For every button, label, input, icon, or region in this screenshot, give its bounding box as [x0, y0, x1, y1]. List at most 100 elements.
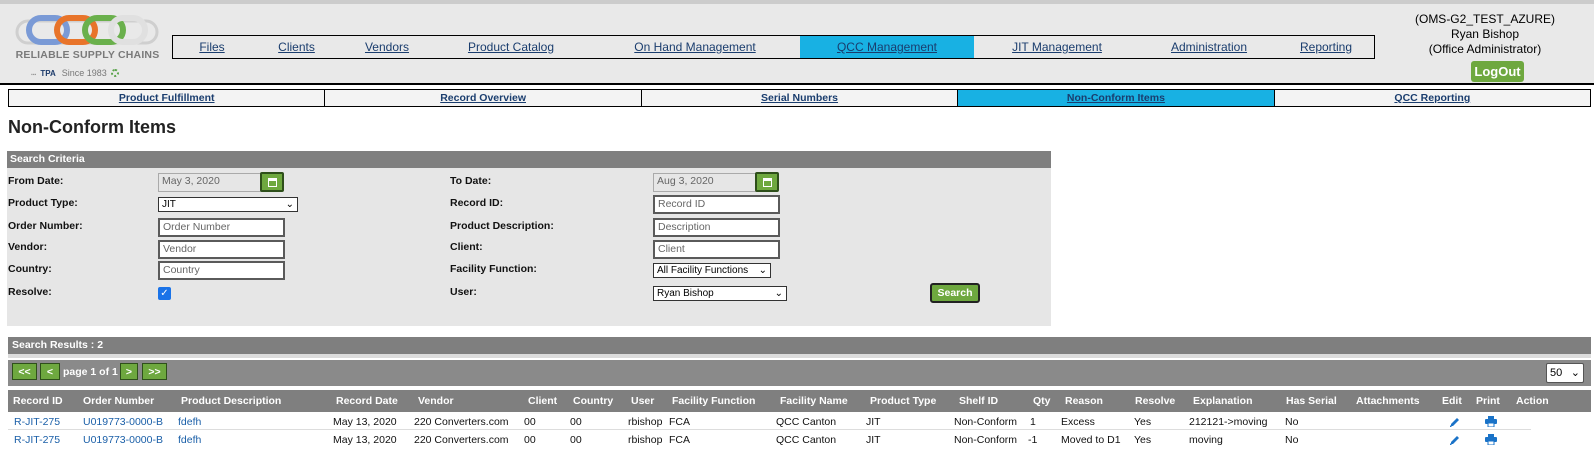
col-facility-function[interactable]: Facility Function	[672, 395, 755, 407]
nav-clients[interactable]: Clients	[251, 36, 342, 58]
qty-cell: 1	[1030, 416, 1036, 428]
col-country[interactable]: Country	[573, 395, 613, 407]
nav-jit-management[interactable]: JIT Management	[974, 36, 1140, 58]
facility-name-cell: QCC Canton	[776, 434, 837, 446]
col-product-description[interactable]: Product Description	[181, 395, 281, 407]
vendor-cell: 220 Converters.com	[414, 434, 509, 446]
edit-pencil-icon[interactable]	[1449, 416, 1461, 428]
user-role: (Office Administrator)	[1428, 42, 1542, 56]
shelf-id-cell: Non-Conform	[954, 434, 1018, 446]
to-date-calendar-button[interactable]	[755, 172, 779, 192]
product-type-value: JIT	[162, 199, 176, 210]
has-serial-cell: No	[1285, 416, 1299, 428]
product-type-cell: JIT	[866, 416, 881, 428]
last-page-button[interactable]: >>	[142, 363, 167, 380]
nav-files[interactable]: Files	[173, 36, 251, 58]
chevron-down-icon: ⌄	[1570, 367, 1580, 379]
facility-function-select[interactable]: All Facility Functions ⌄	[653, 263, 771, 278]
col-explanation[interactable]: Explanation	[1193, 395, 1253, 407]
search-button[interactable]: Search	[930, 283, 980, 303]
record-id-link[interactable]: R-JIT-275	[14, 416, 60, 428]
tab-product-fulfillment[interactable]: Product Fulfillment	[9, 90, 326, 106]
print-icon[interactable]	[1485, 416, 1497, 427]
order-number-link[interactable]: U019773-0000-B	[83, 416, 163, 428]
vendor-input[interactable]: Vendor	[158, 240, 285, 259]
product-description-link[interactable]: fdefh	[178, 434, 201, 446]
product-type-cell: JIT	[866, 434, 881, 446]
product-description-link[interactable]: fdefh	[178, 416, 201, 428]
explanation-cell: moving	[1189, 434, 1223, 446]
reason-cell: Excess	[1061, 416, 1095, 428]
tab-qcc-reporting[interactable]: QCC Reporting	[1275, 90, 1590, 106]
user-label: User:	[450, 286, 477, 298]
user-select[interactable]: Ryan Bishop ⌄	[653, 286, 787, 301]
col-order-number[interactable]: Order Number	[83, 395, 154, 407]
nav-qcc-management[interactable]: QCC Management	[800, 36, 974, 58]
page-indicator: page 1 of 1	[63, 366, 118, 378]
country-input[interactable]: Country	[158, 261, 285, 280]
order-number-link[interactable]: U019773-0000-B	[83, 434, 163, 446]
results-table-header: Record ID Order Number Product Descripti…	[8, 390, 1591, 412]
client-input[interactable]: Client	[653, 240, 780, 259]
pager-bar: << < page 1 of 1 > >>	[8, 360, 1591, 386]
col-product-type[interactable]: Product Type	[870, 395, 936, 407]
record-id-input[interactable]: Record ID	[653, 195, 780, 214]
page-size-select[interactable]: 50 ⌄	[1546, 363, 1584, 383]
col-attachments[interactable]: Attachments	[1356, 395, 1420, 407]
record-id-link[interactable]: R-JIT-275	[14, 434, 60, 446]
from-date-calendar-button[interactable]	[260, 172, 284, 192]
nav-product-catalog[interactable]: Product Catalog	[432, 36, 590, 58]
search-criteria-heading: Search Criteria	[7, 151, 1051, 168]
col-qty[interactable]: Qty	[1033, 395, 1051, 407]
next-page-button[interactable]: >	[120, 363, 138, 380]
facility-function-value: All Facility Functions	[657, 265, 749, 276]
logout-button[interactable]: LogOut	[1471, 61, 1524, 82]
user-info: (OMS-G2_TEST_AZURE) Ryan Bishop (Office …	[1395, 12, 1575, 57]
sub-nav: Product Fulfillment Record Overview Seri…	[8, 89, 1591, 107]
tenant-name: (OMS-G2_TEST_AZURE)	[1414, 12, 1555, 26]
prev-page-button[interactable]: <	[40, 363, 60, 380]
first-page-button[interactable]: <<	[12, 363, 37, 380]
col-vendor[interactable]: Vendor	[418, 395, 454, 407]
tab-record-overview[interactable]: Record Overview	[325, 90, 642, 106]
shelf-id-cell: Non-Conform	[954, 416, 1018, 428]
facility-function-cell: FCA	[669, 434, 690, 446]
tab-serial-numbers[interactable]: Serial Numbers	[642, 90, 959, 106]
col-record-id[interactable]: Record ID	[13, 395, 63, 407]
user-cell: rbishop	[628, 434, 663, 446]
record-id-label: Record ID:	[450, 197, 504, 209]
col-has-serial[interactable]: Has Serial	[1286, 395, 1337, 407]
col-action: Action	[1516, 395, 1549, 407]
country-cell: 00	[570, 434, 582, 446]
user-cell: rbishop	[628, 416, 663, 428]
col-user[interactable]: User	[631, 395, 654, 407]
company-logo[interactable]: RELIABLE SUPPLY CHAINS ▪▪▪ TPA Since 1983	[11, 12, 163, 80]
facility-function-label: Facility Function:	[450, 263, 537, 275]
from-date-field[interactable]: May 3, 2020	[158, 173, 262, 192]
col-resolve[interactable]: Resolve	[1135, 395, 1175, 407]
nav-vendors[interactable]: Vendors	[342, 36, 432, 58]
col-reason[interactable]: Reason	[1065, 395, 1103, 407]
nav-on-hand-management[interactable]: On Hand Management	[590, 36, 800, 58]
print-icon[interactable]	[1485, 434, 1497, 445]
product-description-input[interactable]: Description	[653, 218, 780, 237]
col-record-date[interactable]: Record Date	[336, 395, 398, 407]
product-type-select[interactable]: JIT ⌄	[158, 197, 298, 212]
resolve-label: Resolve:	[8, 286, 52, 298]
col-facility-name[interactable]: Facility Name	[780, 395, 848, 407]
resolve-checkbox[interactable]: ✓	[158, 287, 171, 300]
vendor-label: Vendor:	[8, 241, 48, 253]
edit-pencil-icon[interactable]	[1449, 434, 1461, 446]
col-shelf-id[interactable]: Shelf ID	[959, 395, 998, 407]
has-serial-cell: No	[1285, 434, 1299, 446]
order-number-input[interactable]: Order Number	[158, 218, 285, 237]
tab-non-conform-items[interactable]: Non-Conform Items	[958, 90, 1275, 106]
to-date-field[interactable]: Aug 3, 2020	[653, 173, 757, 192]
col-client[interactable]: Client	[528, 395, 557, 407]
facility-name-cell: QCC Canton	[776, 416, 837, 428]
reason-cell: Moved to D1	[1061, 434, 1121, 446]
resolve-cell: Yes	[1134, 434, 1152, 446]
nav-reporting[interactable]: Reporting	[1278, 36, 1374, 58]
nav-administration[interactable]: Administration	[1140, 36, 1278, 58]
table-row: R-JIT-275 U019773-0000-B fdefh May 13, 2…	[8, 413, 1531, 430]
